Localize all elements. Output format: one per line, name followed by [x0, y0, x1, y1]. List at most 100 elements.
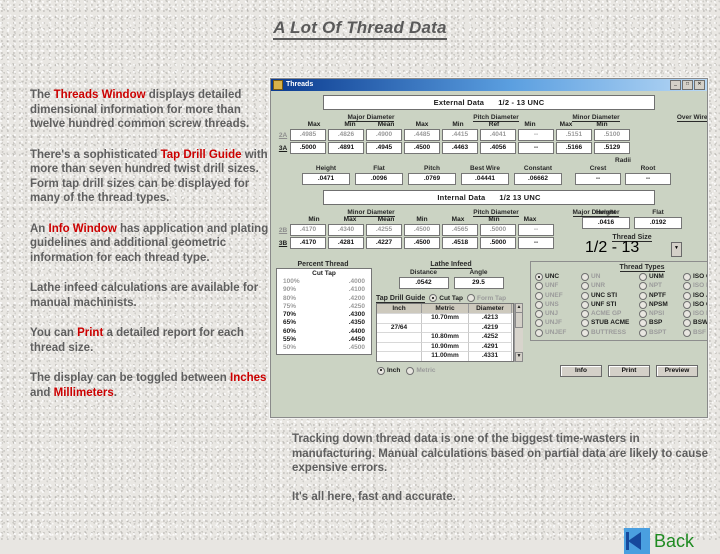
internal-data-rows: 2B .4170.4340.4255.4500.4565.5000 -- 3B .417… — [276, 224, 576, 249]
external-data-rows: 2A .4985.4826.4900.4485.4415.4041 -- .5151.… — [276, 129, 702, 154]
thread-type-radio-bspt[interactable]: BSPT — [639, 328, 681, 337]
thread-type-label: UNJF — [545, 319, 562, 327]
thread-type-radio-iso-coarse[interactable]: ISO Coarse — [683, 273, 707, 281]
scroll-thumb[interactable] — [515, 312, 523, 328]
scroll-down-icon[interactable]: ▼ — [515, 351, 523, 362]
radio-icon — [581, 310, 589, 319]
minimize-button[interactable]: _ — [670, 80, 681, 90]
drill-diameter: .4250 — [348, 302, 365, 310]
thread-type-radio-unc[interactable]: UNC — [535, 273, 579, 281]
data-cell: .4170 — [290, 224, 326, 236]
info-button[interactable]: Info — [560, 364, 602, 377]
calc-field-label: Constant — [523, 165, 553, 172]
inch-value: 27/64 — [377, 322, 422, 333]
thread-type-radio-buttress[interactable]: BUTTRESS — [581, 328, 637, 337]
row-class-label: 2A — [278, 131, 288, 139]
lathe-angle-label: Angle — [469, 269, 488, 276]
thread-type-radio-npsi[interactable]: NPSI — [639, 310, 681, 319]
thread-type-radio-npt[interactable]: NPT — [639, 282, 681, 291]
thread-type-radio-bsp[interactable]: BSP — [639, 319, 681, 328]
units-inch-label: Inch — [387, 367, 401, 375]
window-titlebar: Threads _ □ ✕ — [271, 79, 707, 91]
thread-type-radio-bsw[interactable]: BSW — [683, 319, 707, 328]
tap-drill-row[interactable]: 27/64 .4219 — [377, 322, 513, 333]
thread-type-radio-iso-coarse-sti[interactable]: ISO Coarse STI — [683, 300, 707, 309]
thread-type-radio-unjef[interactable]: UNJEF — [535, 328, 579, 337]
data-cell: .4985 — [290, 129, 326, 141]
thread-type-radio-un[interactable]: UN — [581, 273, 637, 281]
data-cell: .4255 — [366, 224, 402, 236]
thread-size-dropdown[interactable]: 1/2 - 13 ▼ — [582, 240, 682, 257]
group-header: Pitch Diameter — [473, 209, 519, 217]
column-header: Min — [344, 121, 356, 128]
thread-type-radio-iso-j-series[interactable]: ISO J Series — [683, 291, 707, 300]
tap-mode-cut-radio[interactable]: Cut Tap — [429, 294, 463, 302]
group-header: Major Diameter — [347, 114, 395, 122]
tap-drill-table-body: 10.70mm .4213 27/64 .4219 10.80mm .4252 10.… — [377, 313, 513, 361]
tap-drill-guide-table[interactable]: Inch Metric Diameter 10.70mm .4213 27/64 .42… — [376, 303, 514, 362]
thread-type-label: NPSM — [649, 300, 668, 308]
percent-value: 50% — [283, 344, 297, 352]
thread-type-label: UNF STI — [591, 300, 617, 308]
radio-icon — [683, 300, 691, 309]
tap-drill-row[interactable]: 11.00mm .4331 — [377, 351, 513, 361]
units-inch-radio[interactable]: Inch — [377, 366, 401, 375]
percent-value: 55% — [283, 336, 297, 344]
preview-button[interactable]: Preview — [656, 364, 698, 377]
radio-icon — [581, 328, 589, 337]
thread-type-radio-nptf[interactable]: NPTF — [639, 291, 681, 300]
tap-mode-form-radio[interactable]: Form Tap — [466, 294, 506, 302]
table-row: 3A .5000.4891.4945.4500.4463.4056 -- .5166.… — [276, 142, 702, 154]
external-data-label: External Data — [433, 98, 485, 107]
back-button[interactable]: Back — [624, 528, 694, 554]
radii-root: Root -- — [625, 165, 671, 185]
tap-drill-row[interactable]: 10.80mm .4252 — [377, 332, 513, 342]
tap-drill-row[interactable]: 10.90mm .4291 — [377, 341, 513, 352]
tap-drill-column-header: Inch — [377, 304, 422, 313]
radio-icon — [581, 319, 589, 328]
group-header: Minor Diameter — [572, 114, 620, 122]
radii-group: Radii Crest -- Root -- — [575, 157, 671, 185]
thread-type-radio-iso-fine-sti[interactable]: ISO Fine STI — [683, 310, 707, 319]
paragraph: It's all here, fast and accurate. — [292, 490, 712, 505]
print-button[interactable]: Print — [608, 364, 650, 377]
thread-type-radio-unj[interactable]: UNJ — [535, 310, 579, 319]
radio-icon — [683, 282, 691, 291]
lathe-angle-value: 29.5 — [453, 277, 504, 289]
thread-type-radio-unr[interactable]: UNR — [581, 282, 637, 291]
radio-icon — [683, 328, 691, 337]
data-cell: .4945 — [366, 142, 402, 154]
thread-type-radio-unc-sti[interactable]: UNC STI — [581, 291, 637, 300]
highlighted-term: Info Window — [48, 222, 117, 235]
thread-type-radio-acme-gp[interactable]: ACME GP — [581, 310, 637, 319]
units-metric-radio[interactable]: Metric — [406, 366, 436, 375]
tap-drill-row[interactable]: 10.70mm .4213 — [377, 313, 513, 323]
data-cell: .5129 — [594, 142, 630, 154]
drill-diameter: .4200 — [348, 294, 365, 302]
thread-type-radio-unf-sti[interactable]: UNF STI — [581, 300, 637, 309]
thread-type-radio-unjf[interactable]: UNJF — [535, 319, 579, 328]
radio-icon — [581, 282, 589, 291]
thread-type-radio-unef[interactable]: UNEF — [535, 291, 579, 300]
radio-icon — [639, 291, 647, 300]
thread-type-radio-unm[interactable]: UNM — [639, 273, 681, 281]
tap-drill-column-header: Diameter — [469, 304, 512, 313]
paragraph: An Info Window has application and plati… — [30, 222, 270, 266]
close-button[interactable]: ✕ — [694, 80, 705, 90]
thread-type-radio-npsm[interactable]: NPSM — [639, 300, 681, 309]
thread-type-radio-uns[interactable]: UNS — [535, 300, 579, 309]
maximize-button[interactable]: □ — [682, 80, 693, 90]
percent-thread-table: Cut Tap 100% .4000 90% .4100 80% .4200 75% .425… — [276, 268, 372, 355]
calc-field: Height .0471 — [302, 165, 350, 185]
thread-type-radio-stub-acme[interactable]: STUB ACME — [581, 319, 637, 328]
thread-type-radio-unf[interactable]: UNF — [535, 282, 579, 291]
percent-thread-row: 65% .4350 — [277, 319, 371, 327]
tap-drill-scrollbar[interactable]: ▲ ▼ — [514, 303, 523, 362]
group-header: Pitch Diameter — [473, 114, 519, 122]
paragraph: The Threads Window displays detailed dim… — [30, 88, 270, 132]
thread-type-radio-iso-fine[interactable]: ISO Fine — [683, 282, 707, 291]
row-class-label: 2B — [278, 226, 288, 234]
diameter-value: .4252 — [469, 332, 512, 342]
percent-thread-row: 50% .4500 — [277, 344, 371, 352]
thread-type-radio-bsf[interactable]: BSF — [683, 328, 707, 337]
